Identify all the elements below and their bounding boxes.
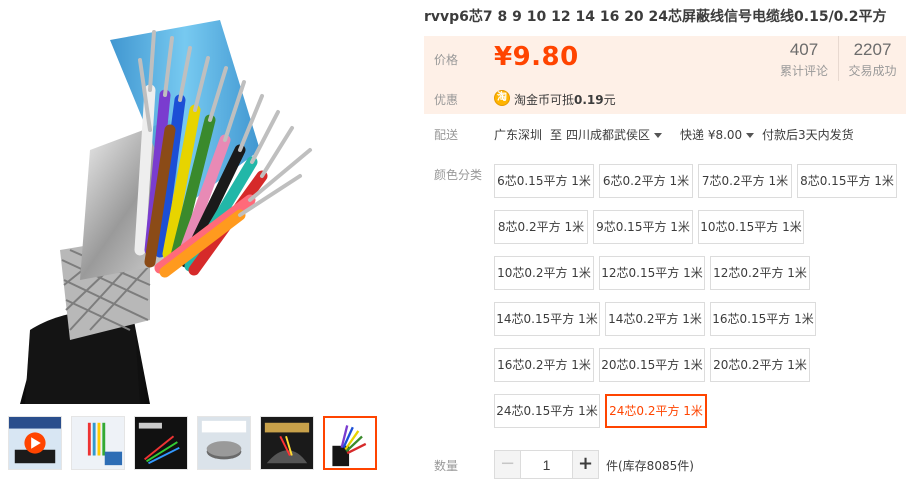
chevron-down-icon — [746, 133, 755, 138]
promo-prefix: 淘金币可抵 — [514, 93, 575, 107]
price-value: ¥9.80 — [494, 42, 579, 72]
sku-option[interactable]: 20芯0.15平方 1米 — [599, 348, 705, 382]
sku-option[interactable]: 10芯0.2平方 1米 — [494, 256, 594, 290]
destination-selector[interactable]: 四川成都武侯区 — [566, 126, 663, 143]
delivery-from: 广东深圳 — [494, 128, 543, 142]
sku-option[interactable]: 10芯0.15平方 1米 — [698, 210, 804, 244]
sku-option[interactable]: 24芯0.15平方 1米 — [494, 394, 600, 428]
sales-stats: 407 累计评论 2207 交易成功 — [770, 36, 906, 81]
sku-option[interactable]: 12芯0.15平方 1米 — [599, 256, 705, 290]
sku-option-selected[interactable]: 24芯0.2平方 1米 — [605, 394, 707, 428]
sku-option[interactable]: 14芯0.15平方 1米 — [494, 302, 600, 336]
delivery-row: 配送 广东深圳 至 四川成都武侯区 快递 ¥8.00 付款后3天内发货 — [424, 126, 915, 144]
price-label: 价格 — [434, 53, 459, 67]
sku-option[interactable]: 8芯0.15平方 1米 — [797, 164, 897, 198]
taobao-coin-icon: 淘 — [494, 90, 510, 106]
sku-option[interactable]: 20芯0.2平方 1米 — [710, 348, 810, 382]
delivery-note: 付款后3天内发货 — [762, 128, 854, 142]
shipping-selector[interactable]: 快递 ¥8.00 — [680, 126, 755, 143]
product-title: rvvp6芯7 8 9 10 12 14 16 20 24芯屏蔽线信号电缆线0.… — [424, 9, 887, 25]
promo-text: 淘金币可抵0.19元 — [514, 91, 616, 108]
review-count-number: 407 — [789, 40, 819, 59]
thumb-4[interactable] — [197, 416, 251, 470]
stock-text: 件(库存8085件) — [606, 459, 694, 473]
thumb-3[interactable] — [134, 416, 188, 470]
thumb-5[interactable] — [260, 416, 314, 470]
promo-suffix: 元 — [603, 93, 616, 107]
deal-count-label: 交易成功 — [848, 64, 897, 78]
sku-label: 颜色分类 — [434, 168, 483, 182]
main-product-image — [0, 0, 412, 404]
price-row: 价格 ¥9.80 407 累计评论 2207 交易成功 — [424, 36, 906, 81]
thumb-1[interactable] — [8, 416, 62, 470]
deal-count: 2207 交易成功 — [838, 36, 906, 81]
sku-option[interactable]: 9芯0.15平方 1米 — [593, 210, 693, 244]
quantity-input[interactable] — [521, 451, 572, 478]
destination-text: 四川成都武侯区 — [566, 128, 651, 142]
promo-row: 优惠 淘 淘金币可抵0.19元 — [424, 85, 906, 111]
sku-option[interactable]: 6芯0.2平方 1米 — [599, 164, 693, 198]
sku-option[interactable]: 14芯0.2平方 1米 — [605, 302, 705, 336]
sku-option[interactable]: 6芯0.15平方 1米 — [494, 164, 594, 198]
review-count[interactable]: 407 累计评论 — [770, 36, 838, 81]
shipping-text: 快递 ¥8.00 — [680, 128, 743, 142]
review-count-label: 累计评论 — [779, 64, 828, 78]
cable-illustration — [20, 20, 312, 404]
sku-option[interactable]: 8芯0.2平方 1米 — [494, 210, 588, 244]
quantity-increase-button[interactable]: + — [572, 451, 598, 478]
price-panel: 价格 ¥9.80 407 累计评论 2207 交易成功 优惠 淘 淘金币可抵0.… — [424, 36, 906, 114]
thumb-6[interactable] — [323, 416, 377, 470]
chevron-down-icon — [654, 133, 663, 138]
sku-option[interactable]: 16芯0.15平方 1米 — [710, 302, 816, 336]
delivery-to-word: 至 — [550, 128, 563, 142]
promo-amount: 0.19 — [574, 93, 604, 107]
quantity-stepper: − + — [494, 450, 599, 479]
thumb-2[interactable] — [71, 416, 125, 470]
delivery-label: 配送 — [434, 128, 459, 142]
sku-option[interactable]: 12芯0.2平方 1米 — [710, 256, 810, 290]
promo-label: 优惠 — [434, 93, 459, 107]
sku-option[interactable]: 16芯0.2平方 1米 — [494, 348, 594, 382]
quantity-label: 数量 — [434, 459, 459, 473]
deal-count-number: 2207 — [853, 40, 892, 59]
sku-option[interactable]: 7芯0.2平方 1米 — [698, 164, 792, 198]
quantity-decrease-button[interactable]: − — [495, 451, 521, 478]
